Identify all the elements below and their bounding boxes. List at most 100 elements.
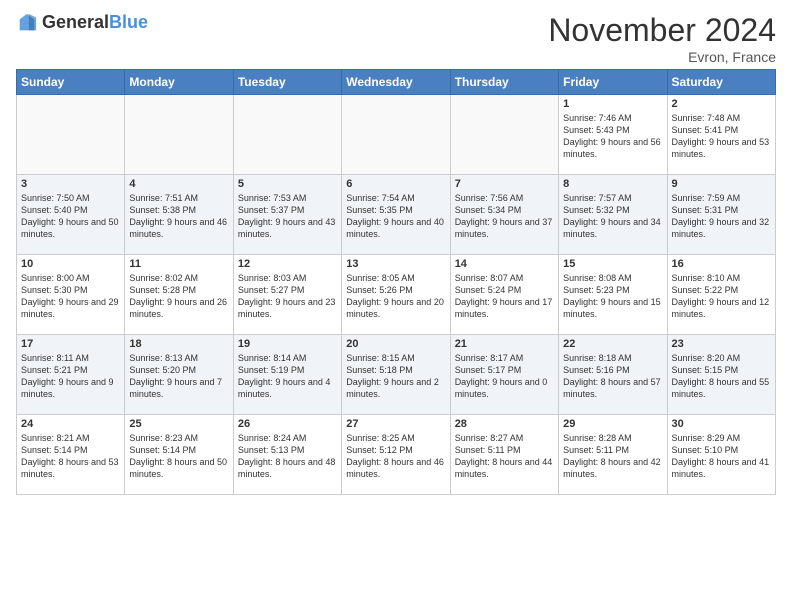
day-detail: Sunrise: 8:15 AM Sunset: 5:18 PM Dayligh… (346, 352, 445, 401)
day-detail: Sunrise: 8:08 AM Sunset: 5:23 PM Dayligh… (563, 272, 662, 321)
calendar-cell (233, 95, 341, 175)
calendar-week-1: 1 Sunrise: 7:46 AM Sunset: 5:43 PM Daylig… (17, 95, 776, 175)
calendar-cell: 21Sunrise: 8:17 AM Sunset: 5:17 PM Dayli… (450, 335, 558, 415)
calendar-cell: 10 Sunrise: 8:00 AM Sunset: 5:30 PM Dayli… (17, 255, 125, 335)
day-number: 9 (672, 178, 771, 190)
day-number: 8 (563, 178, 662, 190)
day-detail: Sunrise: 8:02 AM Sunset: 5:28 PM Dayligh… (129, 272, 228, 321)
day-number: 28 (455, 418, 554, 430)
day-number: 15 (563, 258, 662, 270)
day-detail: Sunrise: 8:25 AM Sunset: 5:12 PM Dayligh… (346, 432, 445, 481)
calendar-cell: 28 Sunrise: 8:27 AM Sunset: 5:11 PM Dayli… (450, 415, 558, 495)
calendar-table: Sunday Monday Tuesday Wednesday Thursday… (16, 69, 776, 495)
calendar-cell: 8 Sunrise: 7:57 AM Sunset: 5:32 PM Daylig… (559, 175, 667, 255)
calendar-cell: 11 Sunrise: 8:02 AM Sunset: 5:28 PM Dayli… (125, 255, 233, 335)
month-title: November 2024 (548, 12, 776, 49)
day-detail: Sunrise: 7:46 AM Sunset: 5:43 PM Dayligh… (563, 112, 662, 161)
day-number: 5 (238, 178, 337, 190)
day-detail: Sunrise: 8:29 AM Sunset: 5:10 PM Dayligh… (672, 432, 771, 481)
calendar-cell (450, 95, 558, 175)
col-friday: Friday (559, 70, 667, 95)
calendar-cell: 7 Sunrise: 7:56 AM Sunset: 5:34 PM Daylig… (450, 175, 558, 255)
day-number: 24 (21, 418, 120, 430)
day-number: 23 (672, 338, 771, 350)
logo-blue: Blue (109, 12, 148, 32)
calendar-cell: 9 Sunrise: 7:59 AM Sunset: 5:31 PM Daylig… (667, 175, 775, 255)
day-detail: Sunrise: 8:27 AM Sunset: 5:11 PM Dayligh… (455, 432, 554, 481)
calendar-week-3: 10 Sunrise: 8:00 AM Sunset: 5:30 PM Dayli… (17, 255, 776, 335)
day-detail: Sunrise: 8:14 AM Sunset: 5:19 PM Dayligh… (238, 352, 337, 401)
calendar-week-2: 3Sunrise: 7:50 AM Sunset: 5:40 PM Daylig… (17, 175, 776, 255)
col-thursday: Thursday (450, 70, 558, 95)
calendar-cell: 23 Sunrise: 8:20 AM Sunset: 5:15 PM Dayli… (667, 335, 775, 415)
location: Evron, France (548, 49, 776, 65)
day-detail: Sunrise: 7:59 AM Sunset: 5:31 PM Dayligh… (672, 192, 771, 241)
day-number: 12 (238, 258, 337, 270)
day-number: 25 (129, 418, 228, 430)
day-number: 13 (346, 258, 445, 270)
day-detail: Sunrise: 7:56 AM Sunset: 5:34 PM Dayligh… (455, 192, 554, 241)
calendar-cell: 25Sunrise: 8:23 AM Sunset: 5:14 PM Dayli… (125, 415, 233, 495)
calendar-container: GeneralBlue November 2024 Evron, France … (0, 0, 792, 505)
logo-icon (16, 12, 38, 34)
col-monday: Monday (125, 70, 233, 95)
day-detail: Sunrise: 8:21 AM Sunset: 5:14 PM Dayligh… (21, 432, 120, 481)
day-number: 26 (238, 418, 337, 430)
col-saturday: Saturday (667, 70, 775, 95)
calendar-week-5: 24 Sunrise: 8:21 AM Sunset: 5:14 PM Dayli… (17, 415, 776, 495)
day-number: 7 (455, 178, 554, 190)
col-tuesday: Tuesday (233, 70, 341, 95)
calendar-body: 1 Sunrise: 7:46 AM Sunset: 5:43 PM Daylig… (17, 95, 776, 495)
day-number: 17 (21, 338, 120, 350)
day-detail: Sunrise: 8:00 AM Sunset: 5:30 PM Dayligh… (21, 272, 120, 321)
day-number: 30 (672, 418, 771, 430)
logo-general: General (42, 12, 109, 32)
calendar-cell: 3Sunrise: 7:50 AM Sunset: 5:40 PM Daylig… (17, 175, 125, 255)
day-detail: Sunrise: 8:10 AM Sunset: 5:22 PM Dayligh… (672, 272, 771, 321)
calendar-header: Sunday Monday Tuesday Wednesday Thursday… (17, 70, 776, 95)
day-number: 4 (129, 178, 228, 190)
calendar-cell: 29Sunrise: 8:28 AM Sunset: 5:11 PM Dayli… (559, 415, 667, 495)
calendar-cell: 18 Sunrise: 8:13 AM Sunset: 5:20 PM Dayli… (125, 335, 233, 415)
day-detail: Sunrise: 7:51 AM Sunset: 5:38 PM Dayligh… (129, 192, 228, 241)
calendar-cell: 24 Sunrise: 8:21 AM Sunset: 5:14 PM Dayli… (17, 415, 125, 495)
header: GeneralBlue November 2024 Evron, France (16, 12, 776, 65)
calendar-cell: 16 Sunrise: 8:10 AM Sunset: 5:22 PM Dayli… (667, 255, 775, 335)
calendar-cell: 15 Sunrise: 8:08 AM Sunset: 5:23 PM Dayli… (559, 255, 667, 335)
calendar-cell: 2 Sunrise: 7:48 AM Sunset: 5:41 PM Daylig… (667, 95, 775, 175)
calendar-cell: 13 Sunrise: 8:05 AM Sunset: 5:26 PM Dayli… (342, 255, 450, 335)
day-detail: Sunrise: 8:18 AM Sunset: 5:16 PM Dayligh… (563, 352, 662, 401)
day-detail: Sunrise: 7:48 AM Sunset: 5:41 PM Dayligh… (672, 112, 771, 161)
day-number: 27 (346, 418, 445, 430)
calendar-cell: 19Sunrise: 8:14 AM Sunset: 5:19 PM Dayli… (233, 335, 341, 415)
calendar-cell: 6Sunrise: 7:54 AM Sunset: 5:35 PM Daylig… (342, 175, 450, 255)
calendar-cell (342, 95, 450, 175)
day-detail: Sunrise: 8:20 AM Sunset: 5:15 PM Dayligh… (672, 352, 771, 401)
day-detail: Sunrise: 8:11 AM Sunset: 5:21 PM Dayligh… (21, 352, 120, 401)
day-number: 10 (21, 258, 120, 270)
day-detail: Sunrise: 7:57 AM Sunset: 5:32 PM Dayligh… (563, 192, 662, 241)
day-detail: Sunrise: 8:07 AM Sunset: 5:24 PM Dayligh… (455, 272, 554, 321)
day-number: 16 (672, 258, 771, 270)
calendar-week-4: 17 Sunrise: 8:11 AM Sunset: 5:21 PM Dayli… (17, 335, 776, 415)
col-wednesday: Wednesday (342, 70, 450, 95)
calendar-cell (17, 95, 125, 175)
day-number: 18 (129, 338, 228, 350)
day-detail: Sunrise: 8:05 AM Sunset: 5:26 PM Dayligh… (346, 272, 445, 321)
day-number: 2 (672, 98, 771, 110)
header-row: Sunday Monday Tuesday Wednesday Thursday… (17, 70, 776, 95)
day-detail: Sunrise: 7:54 AM Sunset: 5:35 PM Dayligh… (346, 192, 445, 241)
day-number: 1 (563, 98, 662, 110)
day-detail: Sunrise: 8:28 AM Sunset: 5:11 PM Dayligh… (563, 432, 662, 481)
calendar-cell: 4 Sunrise: 7:51 AM Sunset: 5:38 PM Daylig… (125, 175, 233, 255)
title-block: November 2024 Evron, France (548, 12, 776, 65)
calendar-cell: 30 Sunrise: 8:29 AM Sunset: 5:10 PM Dayli… (667, 415, 775, 495)
logo-text: GeneralBlue (42, 13, 148, 33)
day-detail: Sunrise: 8:24 AM Sunset: 5:13 PM Dayligh… (238, 432, 337, 481)
day-number: 20 (346, 338, 445, 350)
calendar-cell: 12Sunrise: 8:03 AM Sunset: 5:27 PM Dayli… (233, 255, 341, 335)
day-detail: Sunrise: 7:50 AM Sunset: 5:40 PM Dayligh… (21, 192, 120, 241)
day-detail: Sunrise: 8:13 AM Sunset: 5:20 PM Dayligh… (129, 352, 228, 401)
day-number: 11 (129, 258, 228, 270)
day-detail: Sunrise: 7:53 AM Sunset: 5:37 PM Dayligh… (238, 192, 337, 241)
